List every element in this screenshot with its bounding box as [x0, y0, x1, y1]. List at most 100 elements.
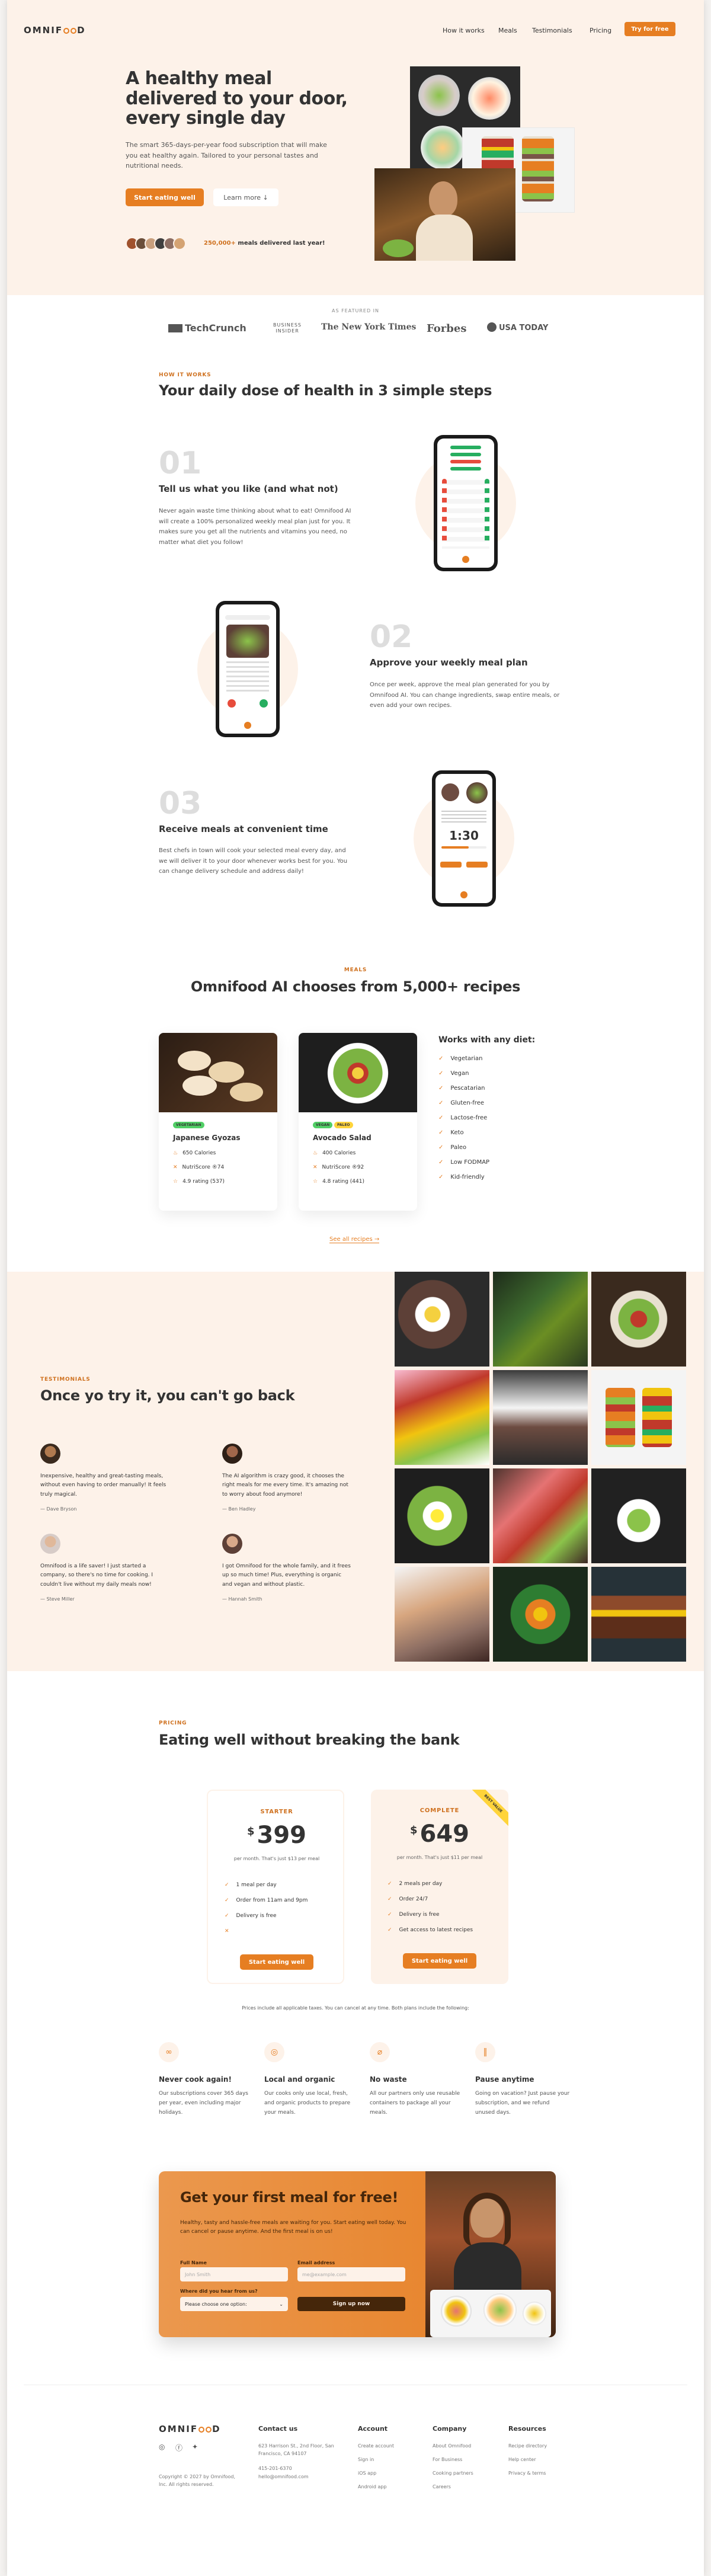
hero-image-woman: [374, 168, 515, 261]
footer-link[interactable]: Cooking partners: [433, 2470, 473, 2478]
star-icon: ☆: [173, 1179, 178, 1185]
pricing-note: Prices include all applicable taxes. You…: [242, 2005, 469, 2011]
nav-how-it-works[interactable]: How it works: [443, 27, 485, 34]
diet-label: Vegan: [450, 1070, 469, 1077]
meal-image: [299, 1033, 417, 1112]
nav-testimonials[interactable]: Testimonials: [532, 27, 572, 34]
person-head: [429, 181, 457, 217]
step-2-number: 02: [370, 619, 413, 655]
footer-link[interactable]: Create account: [358, 2443, 394, 2450]
diet-label: Lactose-free: [450, 1115, 488, 1121]
footer-link[interactable]: iOS app: [358, 2470, 376, 2478]
gallery-image[interactable]: [395, 1468, 489, 1563]
check-icon: ✓: [225, 1897, 229, 1903]
diet-list-title: Works with any diet:: [438, 1035, 536, 1045]
pref-bar: [450, 453, 481, 456]
feature-text: Going on vacation? Just pause your subsc…: [475, 2091, 570, 2116]
plate-image: [441, 2296, 472, 2327]
meal-photo: [226, 625, 269, 658]
cta-text: Healthy, tasty and hassle-free meals are…: [180, 2220, 406, 2235]
footer-account-title: Account: [358, 2425, 388, 2433]
nutriscore-value: NutriScore ®74: [182, 1164, 225, 1170]
footer-link[interactable]: About Omnifood: [433, 2443, 471, 2450]
hero-start-button[interactable]: Start eating well: [126, 188, 204, 206]
rating-value: 4.8 rating (441): [322, 1179, 364, 1185]
plan-header: [225, 615, 270, 620]
diet-item: ✓ Vegan: [438, 1070, 469, 1077]
timer-progress: [441, 846, 469, 849]
footer-link[interactable]: Careers: [433, 2484, 451, 2491]
footer-logo[interactable]: OMNIF D: [159, 2424, 221, 2434]
diet-item: ✓ Vegetarian: [438, 1055, 483, 1062]
tag-vegetarian: VEGETARIAN: [173, 1122, 204, 1128]
footer-link[interactable]: Sign in: [358, 2456, 374, 2464]
meal-box-image: [522, 136, 554, 201]
how-subheading: HOW IT WORKS: [159, 372, 212, 378]
gallery-image[interactable]: [395, 1370, 489, 1465]
plan-complete-button[interactable]: Start eating well: [403, 1953, 476, 1969]
footer-link[interactable]: Android app: [358, 2484, 387, 2491]
email-input[interactable]: me@example.com: [297, 2267, 405, 2281]
logo[interactable]: OMNIF D: [24, 25, 86, 36]
nav-pricing[interactable]: Pricing: [590, 27, 611, 34]
chevron-down-icon: ⌄: [279, 2301, 283, 2307]
gallery-image[interactable]: [395, 1567, 489, 1662]
meal-card-avocado[interactable]: VEGAN PALEO Avocado Salad ♨ 400 Calories …: [299, 1033, 417, 1211]
meal-rating: ☆ 4.8 rating (441): [313, 1179, 364, 1185]
instagram-icon[interactable]: ◎: [159, 2443, 165, 2451]
gallery-image[interactable]: [493, 1468, 588, 1563]
check-icon: ✓: [438, 1144, 444, 1151]
infinity-icon: ∞: [159, 2042, 179, 2062]
phone-screen-delivery: 1:30: [435, 774, 492, 903]
bowl-image: [421, 126, 465, 169]
testimonial-author: — Ben Hadley: [222, 1506, 256, 1512]
sign-up-button[interactable]: Sign up now: [297, 2297, 405, 2311]
footer-phone[interactable]: 415-201-6370: [258, 2465, 292, 2473]
logo-text-start: OMNIF: [159, 2424, 198, 2434]
plan-price-value: 649: [419, 1820, 470, 1848]
check-icon: ✓: [438, 1159, 444, 1166]
footer-link[interactable]: For Business: [433, 2456, 462, 2464]
phone-mockup-2: [216, 601, 280, 737]
delivered-label: meals delivered last year!: [238, 240, 325, 247]
featured-label: AS FEATURED IN: [331, 308, 379, 313]
gallery-image[interactable]: [591, 1567, 686, 1662]
plan-feature: ✓ Delivery is free: [225, 1913, 277, 1919]
plan-starter-button[interactable]: Start eating well: [240, 1954, 313, 1970]
footer-link[interactable]: Privacy & terms: [508, 2470, 546, 2478]
timer-track: [441, 846, 486, 849]
gallery-image[interactable]: [493, 1272, 588, 1367]
footer-link[interactable]: Help center: [508, 2456, 536, 2464]
plan-currency: $: [409, 1824, 418, 1836]
source-select[interactable]: Please choose one option: ⌄: [180, 2297, 288, 2311]
gallery-image[interactable]: [493, 1370, 588, 1465]
diet-item: ✓ Keto: [438, 1129, 464, 1136]
check-icon: ✓: [387, 1881, 392, 1887]
hero-learn-more-button[interactable]: Learn more ↓: [213, 188, 278, 206]
check-icon: ✓: [438, 1085, 444, 1092]
gallery-image[interactable]: [493, 1567, 588, 1662]
facebook-icon[interactable]: ⓕ: [175, 2443, 182, 2453]
plan-price: $399: [208, 1822, 345, 1849]
gallery-image[interactable]: [591, 1468, 686, 1563]
gallery-image[interactable]: [395, 1272, 489, 1367]
nav-try-free-button[interactable]: Try for free: [624, 22, 675, 36]
footer-link[interactable]: Recipe directory: [508, 2443, 547, 2450]
meal-card-gyozas[interactable]: VEGETARIAN Japanese Gyozas ♨ 650 Calories…: [159, 1033, 277, 1211]
gallery-image[interactable]: [591, 1272, 686, 1367]
plan-starter: STARTER $399 per month. That's just $13 …: [207, 1790, 344, 1984]
delivery-info: [441, 811, 486, 824]
footer-email[interactable]: hello@omnifood.com: [258, 2473, 309, 2481]
meal-box-image: [606, 1388, 635, 1447]
logo-forbes: Forbes: [427, 322, 467, 335]
gallery-image[interactable]: [591, 1370, 686, 1465]
twitter-icon[interactable]: ✦: [192, 2443, 198, 2451]
see-all-recipes-link[interactable]: See all recipes →: [329, 1236, 380, 1243]
phone-mockup-3: 1:30: [432, 770, 496, 907]
meal-calories: ♨ 400 Calories: [313, 1150, 356, 1156]
pref-dislike-dots: [442, 479, 447, 545]
meal-name: Avocado Salad: [313, 1134, 371, 1142]
nav-meals[interactable]: Meals: [498, 27, 517, 34]
full-name-input[interactable]: John Smith: [180, 2267, 288, 2281]
pricing-heading: Eating well without breaking the bank: [159, 1732, 460, 1748]
